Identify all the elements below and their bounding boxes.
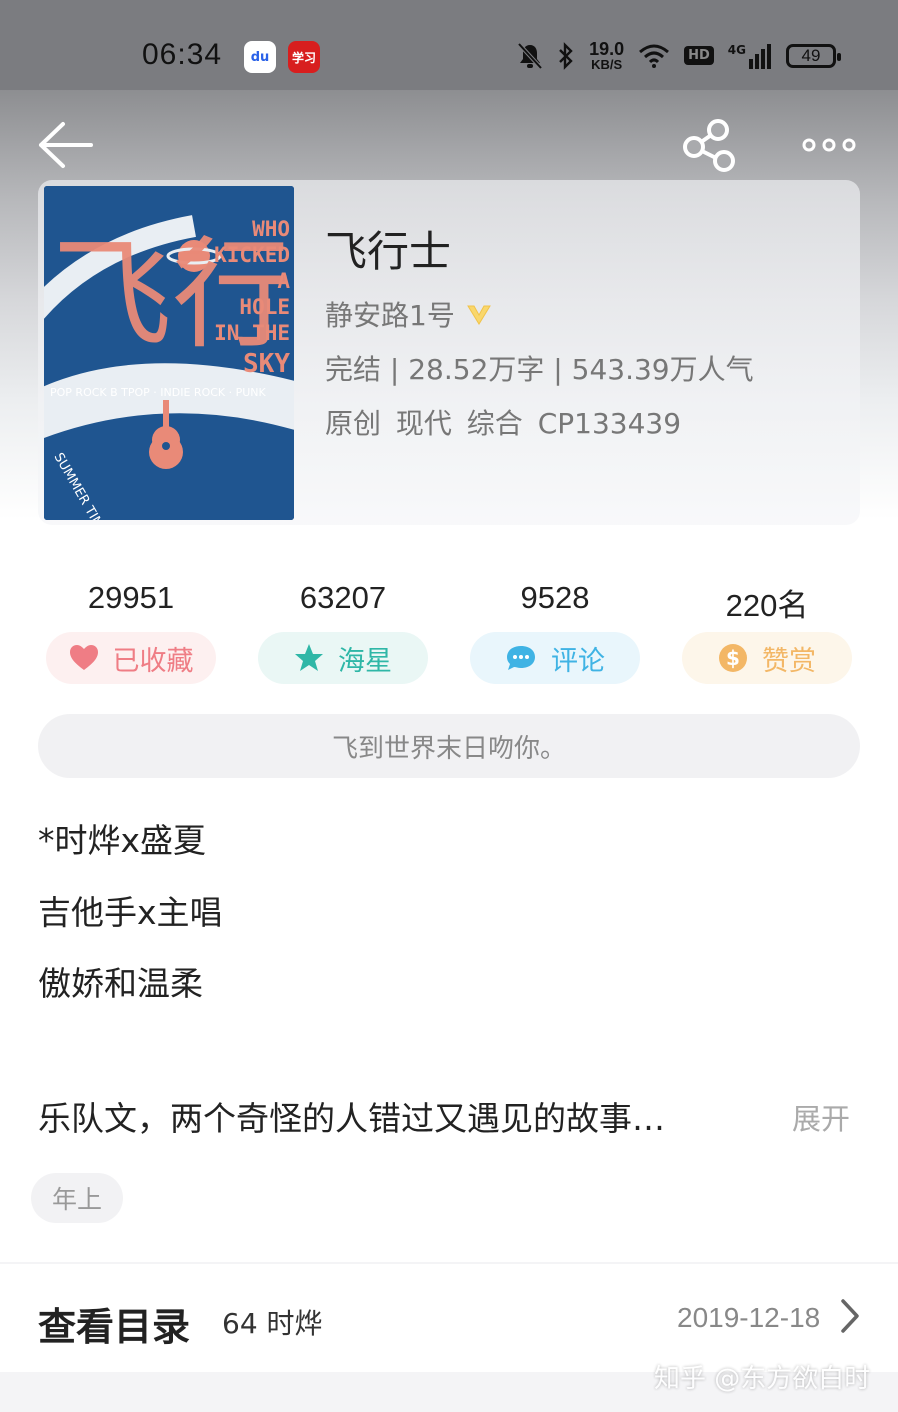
back-arrow-icon (39, 122, 93, 168)
comment-label: 评论 (551, 645, 605, 677)
speed-unit: KB/S (591, 57, 623, 72)
status-bar: 06:34 du 学习 19.0 KB/S HD 4G 49 (0, 0, 898, 90)
chevron-right-icon (841, 1299, 859, 1333)
hd-badge: HD (684, 46, 714, 65)
comment-button[interactable]: 评论 (470, 632, 640, 684)
favorite-button[interactable]: 已收藏 (46, 632, 216, 684)
back-button[interactable] (30, 115, 100, 175)
wifi-icon (639, 44, 670, 68)
stat-comments: 9528 评论 (470, 580, 640, 684)
intro-line: *时烨x盛夏 (38, 821, 207, 860)
intro-line: 傲娇和温柔 (38, 964, 203, 1003)
heart-icon (69, 645, 98, 670)
network-speed: 19.0 KB/S (589, 40, 624, 71)
book-tags: 原创 现代 综合 CP133439 (325, 407, 682, 440)
favorite-label: 已收藏 (112, 645, 194, 677)
share-icon (683, 119, 735, 172)
cover-line: WHO (252, 217, 290, 241)
baidu-app-icon: du (244, 41, 276, 73)
tip-button[interactable]: $ 赞赏 (682, 632, 852, 684)
cover-line: A (277, 269, 290, 293)
cover-line: SKY (243, 349, 290, 379)
toc-open-button[interactable] (838, 1298, 862, 1338)
starfish-count: 63207 (299, 580, 387, 615)
author-name: 静安路1号 (325, 299, 455, 332)
speed-value: 19.0 (589, 39, 625, 59)
cover-line: IN THE (214, 321, 290, 345)
book-meta: 完结 | 28.52万字 | 543.39万人气 (325, 353, 754, 386)
xuexi-app-icon: 学习 (288, 41, 320, 73)
tag-chip[interactable]: 年上 (31, 1173, 123, 1223)
verified-icon (466, 305, 491, 325)
tip-label: 赞赏 (762, 645, 816, 677)
stat-starfish: 63207 海星 (258, 580, 428, 684)
section-divider (0, 1262, 898, 1264)
tip-rank: 220名 (725, 588, 809, 623)
coin-icon: $ (719, 644, 747, 672)
author-link[interactable]: 静安路1号 (325, 294, 493, 334)
book-summary: 乐队文，两个奇怪的人错过又遇见的故事… (38, 1099, 665, 1138)
more-icon (802, 138, 856, 152)
expand-button[interactable]: 展开 (792, 1096, 850, 1138)
starfish-button[interactable]: 海星 (258, 632, 428, 684)
comments-count: 9528 (520, 580, 590, 615)
network-type: 4G (727, 42, 746, 57)
battery-icon: 49 (786, 43, 841, 68)
latest-chapter[interactable]: 64 时烨 (222, 1302, 323, 1342)
bluetooth-icon (559, 41, 573, 70)
battery-level: 49 (801, 45, 821, 65)
stat-favorites: 29951 已收藏 (46, 580, 216, 684)
comment-icon (507, 646, 535, 670)
book-title: 飞行士 (325, 227, 452, 276)
cover-art: 飞行士 WHO KICKED A HOLE IN THE SKY POP ROC… (44, 186, 294, 520)
starfish-label: 海星 (338, 645, 392, 677)
update-date: 2019-12-18 (677, 1302, 821, 1333)
status-time: 06:34 (142, 38, 223, 71)
intro-line: 吉他手x主唱 (38, 893, 223, 932)
book-slogan: 飞到世界末日吻你。 (38, 714, 860, 778)
book-cover[interactable]: 飞行士 WHO KICKED A HOLE IN THE SKY POP ROC… (44, 186, 294, 520)
star-icon (295, 644, 323, 671)
bell-off-icon (517, 42, 543, 69)
signal-icon (749, 43, 771, 69)
share-button[interactable] (676, 115, 742, 175)
stat-tips: 220名 $ 赞赏 (682, 580, 852, 684)
cover-line: HOLE (239, 295, 290, 319)
toc-title[interactable]: 查看目录 (38, 1296, 190, 1351)
cover-genres: POP ROCK B TPOP · INDIE ROCK · PUNK (50, 386, 267, 399)
more-button[interactable] (796, 115, 862, 175)
favorites-count: 29951 (87, 580, 175, 615)
cover-line: KICKED (214, 243, 290, 267)
svg-text:$: $ (726, 646, 740, 670)
watermark: 知乎 @东方欲白时 (654, 1364, 871, 1394)
